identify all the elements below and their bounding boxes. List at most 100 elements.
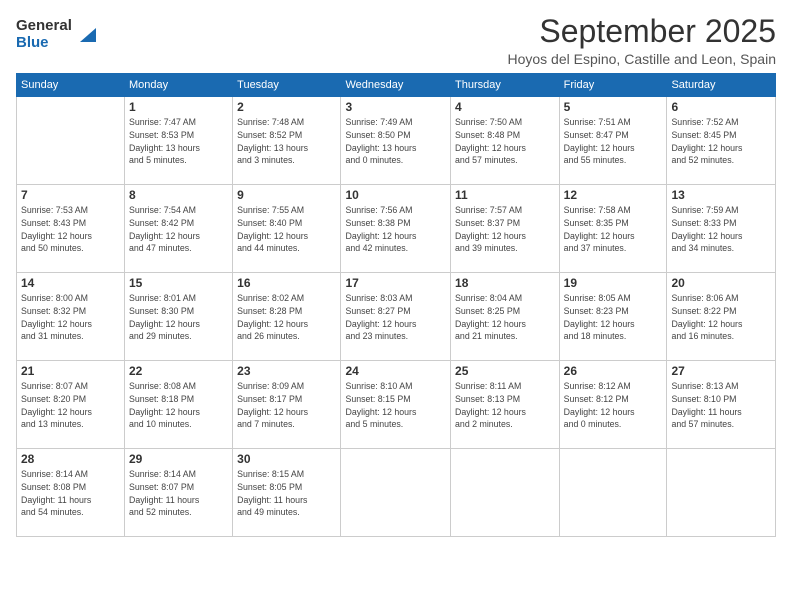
col-thursday: Thursday [451, 74, 560, 97]
calendar-cell: 3 Sunrise: 7:49 AMSunset: 8:50 PMDaylight… [341, 97, 451, 185]
calendar-week-5: 28Sunrise: 8:14 AMSunset: 8:08 PMDayligh… [17, 449, 776, 537]
calendar-cell: 18Sunrise: 8:04 AMSunset: 8:25 PMDayligh… [451, 273, 560, 361]
day-number: 2 [237, 100, 336, 114]
day-number: 7 [21, 188, 120, 202]
calendar-cell: 9Sunrise: 7:55 AMSunset: 8:40 PMDaylight… [233, 185, 341, 273]
day-info: Sunrise: 7:49 AMSunset: 8:50 PMDaylight:… [345, 116, 446, 167]
day-number: 16 [237, 276, 336, 290]
calendar-cell: 17Sunrise: 8:03 AMSunset: 8:27 PMDayligh… [341, 273, 451, 361]
calendar-cell: 6 Sunrise: 7:52 AMSunset: 8:45 PMDaylight… [667, 97, 776, 185]
calendar-cell: 8Sunrise: 7:54 AMSunset: 8:42 PMDaylight… [125, 185, 233, 273]
calendar-cell: 29Sunrise: 8:14 AMSunset: 8:07 PMDayligh… [125, 449, 233, 537]
day-info: Sunrise: 8:08 AMSunset: 8:18 PMDaylight:… [129, 380, 228, 431]
day-info: Sunrise: 7:50 AMSunset: 8:48 PMDaylight:… [455, 116, 555, 167]
day-info: Sunrise: 8:15 AMSunset: 8:05 PMDaylight:… [237, 468, 336, 519]
header-row: Sunday Monday Tuesday Wednesday Thursday… [17, 74, 776, 97]
day-info: Sunrise: 8:14 AMSunset: 8:08 PMDaylight:… [21, 468, 120, 519]
calendar-cell: 30 Sunrise: 8:15 AMSunset: 8:05 PMDayligh… [233, 449, 341, 537]
day-number: 10 [345, 188, 446, 202]
day-number: 27 [671, 364, 771, 378]
day-number: 12 [564, 188, 663, 202]
calendar-cell [667, 449, 776, 537]
day-number: 23 [237, 364, 336, 378]
day-info: Sunrise: 8:07 AMSunset: 8:20 PMDaylight:… [21, 380, 120, 431]
calendar-cell: 14Sunrise: 8:00 AMSunset: 8:32 PMDayligh… [17, 273, 125, 361]
logo-general-text: General [16, 18, 72, 35]
calendar-cell [451, 449, 560, 537]
title-block: September 2025 Hoyos del Espino, Castill… [507, 14, 776, 67]
day-number: 22 [129, 364, 228, 378]
day-info: Sunrise: 8:02 AMSunset: 8:28 PMDaylight:… [237, 292, 336, 343]
calendar-cell: 25 Sunrise: 8:11 AMSunset: 8:13 PMDayligh… [451, 361, 560, 449]
calendar-cell: 1 Sunrise: 7:47 AMSunset: 8:53 PMDaylight… [125, 97, 233, 185]
day-info: Sunrise: 7:48 AMSunset: 8:52 PMDaylight:… [237, 116, 336, 167]
calendar-cell: 15 Sunrise: 8:01 AMSunset: 8:30 PMDayligh… [125, 273, 233, 361]
day-info: Sunrise: 8:09 AMSunset: 8:17 PMDaylight:… [237, 380, 336, 431]
day-number: 18 [455, 276, 555, 290]
day-number: 26 [564, 364, 663, 378]
day-number: 3 [345, 100, 446, 114]
day-number: 24 [345, 364, 446, 378]
col-monday: Monday [125, 74, 233, 97]
day-info: Sunrise: 7:52 AMSunset: 8:45 PMDaylight:… [671, 116, 771, 167]
day-number: 30 [237, 452, 336, 466]
day-number: 9 [237, 188, 336, 202]
day-number: 25 [455, 364, 555, 378]
calendar-cell: 12 Sunrise: 7:58 AMSunset: 8:35 PMDayligh… [559, 185, 667, 273]
calendar-cell: 16 Sunrise: 8:02 AMSunset: 8:28 PMDayligh… [233, 273, 341, 361]
day-info: Sunrise: 7:56 AMSunset: 8:38 PMDaylight:… [345, 204, 446, 255]
calendar-cell [341, 449, 451, 537]
day-info: Sunrise: 8:01 AMSunset: 8:30 PMDaylight:… [129, 292, 228, 343]
logo-blue-text: Blue [16, 35, 72, 52]
day-info: Sunrise: 7:57 AMSunset: 8:37 PMDaylight:… [455, 204, 555, 255]
day-info: Sunrise: 7:58 AMSunset: 8:35 PMDaylight:… [564, 204, 663, 255]
day-number: 13 [671, 188, 771, 202]
day-info: Sunrise: 8:11 AMSunset: 8:13 PMDaylight:… [455, 380, 555, 431]
calendar-week-2: 7 Sunrise: 7:53 AMSunset: 8:43 PMDaylight… [17, 185, 776, 273]
calendar-cell: 13Sunrise: 7:59 AMSunset: 8:33 PMDayligh… [667, 185, 776, 273]
calendar-table: Sunday Monday Tuesday Wednesday Thursday… [16, 73, 776, 537]
day-info: Sunrise: 7:47 AMSunset: 8:53 PMDaylight:… [129, 116, 228, 167]
day-number: 4 [455, 100, 555, 114]
calendar-week-4: 21 Sunrise: 8:07 AMSunset: 8:20 PMDayligh… [17, 361, 776, 449]
day-number: 1 [129, 100, 228, 114]
day-info: Sunrise: 7:53 AMSunset: 8:43 PMDaylight:… [21, 204, 120, 255]
col-friday: Friday [559, 74, 667, 97]
calendar-cell: 20Sunrise: 8:06 AMSunset: 8:22 PMDayligh… [667, 273, 776, 361]
calendar-cell: 21 Sunrise: 8:07 AMSunset: 8:20 PMDayligh… [17, 361, 125, 449]
calendar-cell: 23 Sunrise: 8:09 AMSunset: 8:17 PMDayligh… [233, 361, 341, 449]
day-number: 19 [564, 276, 663, 290]
day-info: Sunrise: 8:00 AMSunset: 8:32 PMDaylight:… [21, 292, 120, 343]
calendar-cell: 22 Sunrise: 8:08 AMSunset: 8:18 PMDayligh… [125, 361, 233, 449]
day-number: 6 [671, 100, 771, 114]
calendar-week-3: 14Sunrise: 8:00 AMSunset: 8:32 PMDayligh… [17, 273, 776, 361]
calendar-cell [17, 97, 125, 185]
day-number: 11 [455, 188, 555, 202]
calendar-week-1: 1 Sunrise: 7:47 AMSunset: 8:53 PMDaylight… [17, 97, 776, 185]
day-number: 21 [21, 364, 120, 378]
page: General Blue September 2025 Hoyos del Es… [0, 0, 792, 612]
logo-icon [74, 24, 96, 46]
header: General Blue September 2025 Hoyos del Es… [16, 14, 776, 67]
day-info: Sunrise: 8:10 AMSunset: 8:15 PMDaylight:… [345, 380, 446, 431]
day-info: Sunrise: 8:12 AMSunset: 8:12 PMDaylight:… [564, 380, 663, 431]
day-number: 5 [564, 100, 663, 114]
day-info: Sunrise: 8:14 AMSunset: 8:07 PMDaylight:… [129, 468, 228, 519]
calendar-cell: 28Sunrise: 8:14 AMSunset: 8:08 PMDayligh… [17, 449, 125, 537]
day-number: 15 [129, 276, 228, 290]
calendar-cell: 4 Sunrise: 7:50 AMSunset: 8:48 PMDaylight… [451, 97, 560, 185]
location-subtitle: Hoyos del Espino, Castille and Leon, Spa… [507, 51, 776, 67]
calendar-cell: 19Sunrise: 8:05 AMSunset: 8:23 PMDayligh… [559, 273, 667, 361]
day-info: Sunrise: 7:51 AMSunset: 8:47 PMDaylight:… [564, 116, 663, 167]
calendar-cell: 10 Sunrise: 7:56 AMSunset: 8:38 PMDayligh… [341, 185, 451, 273]
day-info: Sunrise: 8:06 AMSunset: 8:22 PMDaylight:… [671, 292, 771, 343]
month-title: September 2025 [507, 14, 776, 49]
col-tuesday: Tuesday [233, 74, 341, 97]
col-saturday: Saturday [667, 74, 776, 97]
calendar-cell: 11 Sunrise: 7:57 AMSunset: 8:37 PMDayligh… [451, 185, 560, 273]
day-info: Sunrise: 8:03 AMSunset: 8:27 PMDaylight:… [345, 292, 446, 343]
calendar-cell: 24 Sunrise: 8:10 AMSunset: 8:15 PMDayligh… [341, 361, 451, 449]
day-number: 8 [129, 188, 228, 202]
logo: General Blue [16, 18, 96, 51]
calendar-cell: 27Sunrise: 8:13 AMSunset: 8:10 PMDayligh… [667, 361, 776, 449]
